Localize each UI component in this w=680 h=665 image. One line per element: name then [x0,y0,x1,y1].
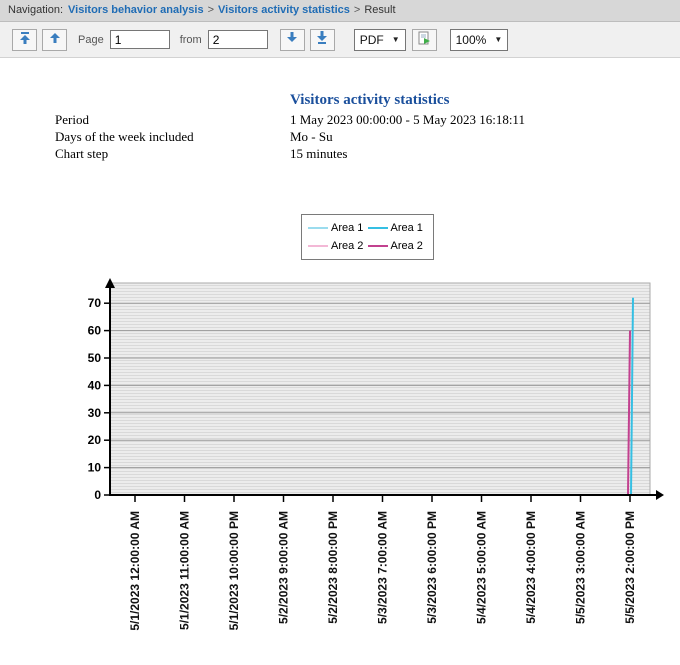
toolbar: Page from PDF ▼ 100% ▼ [0,22,680,58]
breadcrumb-separator: > [354,4,360,16]
svg-text:5/2/2023 9:00:00 AM: 5/2/2023 9:00:00 AM [277,511,291,624]
breadcrumb-link-behavior-analysis[interactable]: Visitors behavior analysis [68,4,204,16]
legend-line-sample [308,245,328,247]
breadcrumb-prefix: Navigation: [8,4,63,16]
legend-label: Area 1 [391,222,423,234]
svg-text:5/4/2023 4:00:00 PM: 5/4/2023 4:00:00 PM [524,511,538,624]
legend-line-sample [368,245,388,247]
svg-text:5/1/2023 11:00:00 AM: 5/1/2023 11:00:00 AM [178,511,192,630]
export-format-select[interactable]: PDF ▼ [354,29,406,51]
svg-text:5/2/2023 8:00:00 PM: 5/2/2023 8:00:00 PM [326,511,340,624]
field-value-days-included: Mo - Su [290,129,333,145]
page-first-button[interactable] [12,29,37,51]
chevron-down-icon: ▼ [494,35,502,44]
page-next-button[interactable] [280,29,305,51]
activity-chart: 0 10 20 30 40 50 60 70 5/1/2023 12:00:00 AM 5/1/2… [78,276,672,660]
page-previous-button[interactable] [42,29,67,51]
legend-line-sample [308,227,328,229]
arrow-up-bar-icon [17,30,33,49]
svg-text:10: 10 [88,461,102,475]
zoom-value: 100% [456,33,487,47]
svg-text:5/3/2023 7:00:00 AM: 5/3/2023 7:00:00 AM [376,511,390,624]
svg-text:5/1/2023 10:00:00 PM: 5/1/2023 10:00:00 PM [227,511,241,630]
svg-text:70: 70 [88,296,102,310]
breadcrumb-separator: > [208,4,214,16]
report-title: Visitors activity statistics [290,92,449,109]
field-label-period: Period [55,112,89,128]
chart-legend: Area 1 Area 1 Area 2 Area 2 [301,214,434,260]
zoom-select[interactable]: 100% ▼ [450,29,509,51]
legend-row: Area 2 Area 2 [308,237,427,255]
svg-text:60: 60 [88,324,102,338]
svg-text:20: 20 [88,433,102,447]
chevron-down-icon: ▼ [392,35,400,44]
breadcrumb-current-result: Result [364,4,395,16]
breadcrumb-link-activity-statistics[interactable]: Visitors activity statistics [218,4,350,16]
page-total-input[interactable] [208,30,268,49]
svg-text:5/5/2023 2:00:00 PM: 5/5/2023 2:00:00 PM [623,511,637,624]
legend-label: Area 2 [391,240,423,252]
svg-text:5/4/2023 5:00:00 AM: 5/4/2023 5:00:00 AM [475,511,489,624]
field-value-period: 1 May 2023 00:00:00 - 5 May 2023 16:18:1… [290,112,525,128]
breadcrumb: Navigation: Visitors behavior analysis > Vi… [0,0,680,22]
svg-text:30: 30 [88,406,102,420]
svg-text:0: 0 [94,488,101,502]
page-label: Page [78,34,104,46]
legend-row: Area 1 Area 1 [308,219,427,237]
svg-text:5/1/2023 12:00:00 AM: 5/1/2023 12:00:00 AM [128,511,142,631]
export-icon [416,30,432,49]
legend-label: Area 2 [331,240,363,252]
chart-area: 0 10 20 30 40 50 60 70 5/1/2023 12:00:00 AM 5/1/2… [78,276,672,660]
legend-entry: Area 2 [308,240,368,252]
legend-line-sample [368,227,388,229]
field-value-chart-step: 15 minutes [290,146,347,162]
legend-label: Area 1 [331,222,363,234]
field-label-chart-step: Chart step [55,146,108,162]
legend-entry: Area 2 [368,240,428,252]
svg-text:40: 40 [88,378,102,392]
legend-entry: Area 1 [308,222,368,234]
svg-text:50: 50 [88,351,102,365]
legend-entry: Area 1 [368,222,428,234]
svg-text:5/3/2023 6:00:00 PM: 5/3/2023 6:00:00 PM [425,511,439,624]
page-number-input[interactable] [110,30,170,49]
arrow-down-bar-icon [314,30,330,49]
field-label-days-included: Days of the week included [55,129,194,145]
page-last-button[interactable] [310,29,335,51]
export-format-value: PDF [360,33,384,47]
arrow-down-icon [284,30,300,49]
from-label: from [180,34,202,46]
svg-text:5/5/2023 3:00:00 AM: 5/5/2023 3:00:00 AM [574,511,588,624]
arrow-up-icon [47,30,63,49]
export-button[interactable] [412,29,437,51]
